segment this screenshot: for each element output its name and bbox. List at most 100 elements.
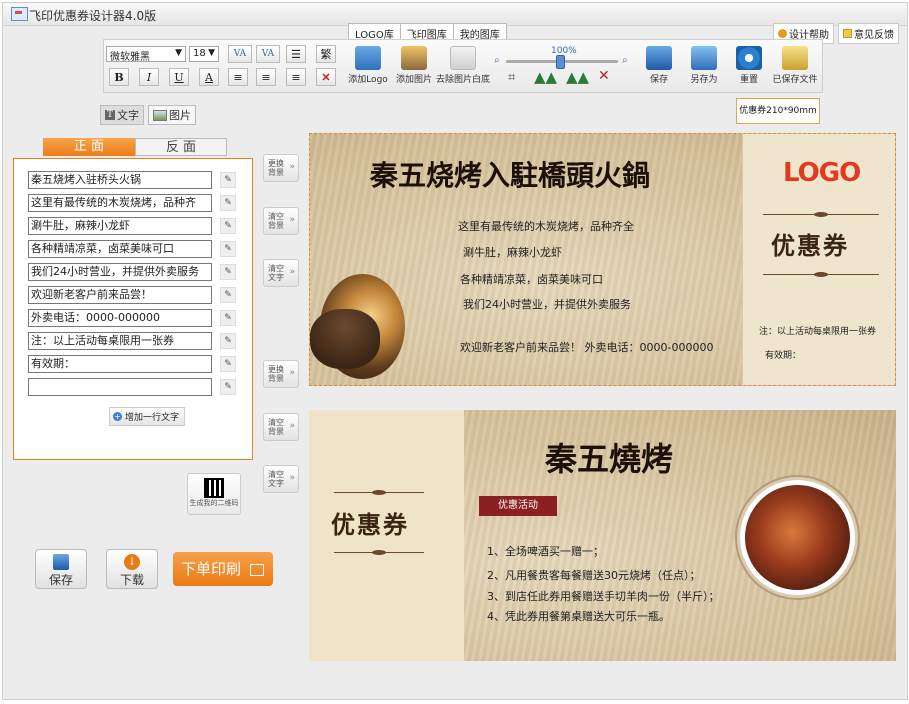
tab-front-side[interactable]: 正 面	[43, 138, 135, 156]
side-tabs: 正 面 反 面	[43, 138, 227, 156]
text-line-input[interactable]: 秦五烧烤入驻桥头火锅	[28, 171, 212, 189]
traditional-chinese-button[interactable]: 繁	[316, 45, 336, 63]
front-note[interactable]: 注：以上活动每桌限用一张券	[759, 324, 876, 337]
change-background-button-back[interactable]: 更换背景 »	[263, 360, 299, 388]
folder-icon	[782, 46, 808, 70]
text-line-input[interactable]: 涮牛肚，麻辣小龙虾	[28, 217, 212, 235]
letter-spacing-increase-button[interactable]: VA	[228, 45, 252, 63]
saved-files-button[interactable]: 已保存文件	[770, 46, 820, 85]
add-image-label: 添加图片	[395, 75, 432, 85]
text-mode-label: 文字	[117, 109, 140, 122]
zoom-in-icon[interactable]: ⌕	[622, 55, 628, 66]
download-icon: ↓	[124, 554, 140, 570]
text-line-input[interactable]: 注：以上活动每桌限用一张券	[28, 332, 212, 350]
text-line-input[interactable]	[28, 378, 212, 396]
front-line-4[interactable]: 我们24小时营业，并提供外卖服务	[463, 296, 631, 312]
feedback-link[interactable]: 意见反馈	[838, 23, 899, 44]
font-family-select[interactable]: 微软雅黑 ▼	[106, 46, 186, 63]
back-item-2[interactable]: 2、凡用餐贵客每餐赠送30元烧烤（任点）；	[487, 567, 701, 583]
back-item-1[interactable]: 1、全场啤酒买一赠一；	[487, 543, 604, 559]
align-right-icon[interactable]: ≡	[286, 68, 306, 86]
text-line-input[interactable]: 外卖电话：0000-000000	[28, 309, 212, 327]
help-icon	[778, 29, 787, 38]
text-line-input[interactable]: 我们24小时营业，并提供外卖服务	[28, 263, 212, 281]
front-validity[interactable]: 有效期：	[765, 348, 801, 361]
plus-icon: +	[113, 412, 122, 421]
delete-image-icon[interactable]: ✕	[598, 68, 610, 84]
remove-white-bg-button[interactable]: 去除图片白底	[435, 46, 491, 85]
back-headline[interactable]: 秦五燒烤	[545, 434, 673, 480]
add-text-line-button[interactable]: + 增加一行文字	[109, 407, 186, 426]
tab-text-mode[interactable]: T 文字	[100, 105, 145, 125]
download-button[interactable]: ↓ 下载	[106, 549, 158, 589]
order-print-button[interactable]: 下单印刷	[173, 552, 273, 586]
image-mode-label: 图片	[169, 109, 192, 122]
italic-button[interactable]: I	[139, 68, 159, 86]
front-coupon-canvas[interactable]: 秦五烧烤入駐橋頭火鍋 这里有最传统的木炭烧烤，品种齐全 涮牛肚，麻辣小龙虾 各种…	[309, 133, 896, 386]
add-image-button[interactable]: 添加图片	[394, 46, 434, 85]
front-line-1[interactable]: 这里有最传统的木炭烧烤，品种齐全	[458, 218, 634, 234]
bold-button[interactable]: B	[109, 68, 129, 86]
edit-line-icon[interactable]: ✎	[220, 218, 236, 234]
edit-line-icon[interactable]: ✎	[220, 310, 236, 326]
back-item-3[interactable]: 3、到店任此券用餐赠送手切羊肉一份（半斤）；	[487, 588, 720, 604]
front-line-3[interactable]: 各种精靖凉菜，卤菜美味可口	[460, 271, 603, 287]
tab-image-mode[interactable]: 图片	[148, 105, 197, 125]
edit-line-icon[interactable]: ✎	[220, 287, 236, 303]
edit-line-icon[interactable]: ✎	[220, 264, 236, 280]
zoom-slider-thumb[interactable]	[556, 55, 565, 69]
flip-vertical-icon[interactable]: ▲▲	[566, 68, 589, 86]
edit-line-icon[interactable]: ✎	[220, 333, 236, 349]
line-spacing-icon[interactable]: ☰	[286, 45, 306, 63]
clear-text-button-back[interactable]: 清空文字 »	[263, 465, 299, 493]
front-coupon-label[interactable]: 优惠券	[771, 226, 849, 261]
crop-icon[interactable]: ⌗	[508, 70, 515, 85]
underline-button[interactable]: U	[169, 68, 189, 86]
save-as-button[interactable]: 另存为	[684, 46, 724, 85]
delete-x-icon[interactable]: ✕	[316, 68, 336, 86]
bbq-skewers-image	[740, 480, 855, 595]
reset-button[interactable]: 重置	[732, 46, 766, 85]
change-background-button-front[interactable]: 更换背景 »	[263, 154, 299, 182]
clay-pot-image	[310, 309, 380, 369]
back-coupon-label[interactable]: 优惠券	[331, 505, 409, 540]
flip-horizontal-icon[interactable]: ▲▲	[534, 68, 557, 86]
text-line-input[interactable]: 这里有最传统的木炭烧烤，品种齐	[28, 194, 212, 212]
ornament-icon	[814, 272, 828, 277]
edit-line-icon[interactable]: ✎	[220, 241, 236, 257]
edit-line-icon[interactable]: ✎	[220, 356, 236, 372]
text-line-input[interactable]: 有效期：	[28, 355, 212, 373]
edit-line-icon[interactable]: ✎	[220, 172, 236, 188]
tab-back-side[interactable]: 反 面	[135, 138, 227, 156]
chevron-down-icon: ▼	[175, 48, 182, 58]
front-headline[interactable]: 秦五烧烤入駐橋頭火鍋	[370, 154, 650, 194]
promo-badge[interactable]: 优惠活动	[479, 496, 557, 516]
generate-qr-button[interactable]: 生成我的二维码	[187, 473, 241, 515]
text-line-input[interactable]: 各种精靖凉菜，卤菜美味可口	[28, 240, 212, 258]
font-size-value: 18	[193, 48, 206, 59]
feedback-icon	[843, 29, 852, 38]
coupon-size-badge[interactable]: 优惠券210*90mm	[736, 98, 820, 124]
zoom-out-icon[interactable]: ⌕	[494, 55, 500, 66]
align-left-icon[interactable]: ≡	[228, 68, 248, 86]
font-size-select[interactable]: 18 ▼	[189, 46, 219, 62]
clear-background-button-back[interactable]: 清空背景 »	[263, 413, 299, 441]
clear-background-button-front[interactable]: 清空背景 »	[263, 207, 299, 235]
save-button[interactable]: 保存	[35, 549, 87, 589]
letter-spacing-decrease-button[interactable]: VA	[256, 45, 280, 63]
add-logo-button[interactable]: 添加Logo	[347, 46, 389, 85]
back-coupon-canvas[interactable]: 优惠券 秦五燒烤 优惠活动 1、全场啤酒买一赠一； 2、凡用餐贵客每餐赠送30元…	[309, 410, 896, 661]
logo-placeholder[interactable]: LOGO	[783, 158, 861, 188]
edit-line-icon[interactable]: ✎	[220, 195, 236, 211]
align-center-icon[interactable]: ≡	[256, 68, 276, 86]
clear-text-button-front[interactable]: 清空文字 »	[263, 259, 299, 287]
chevron-right-icon: »	[289, 368, 295, 378]
text-color-button[interactable]: A	[199, 68, 219, 86]
back-item-4[interactable]: 4、凭此券用餐第桌赠送大可乐一瓶。	[487, 608, 670, 624]
change-bg-label: 更换背景	[268, 159, 284, 177]
front-line-2[interactable]: 涮牛肚，麻辣小龙虾	[463, 244, 562, 260]
text-line-input[interactable]: 欢迎新老客户前来品尝！	[28, 286, 212, 304]
front-line-5[interactable]: 欢迎新老客户前来品尝！ 外卖电话：0000-000000	[460, 339, 713, 355]
save-tool-button[interactable]: 保存	[642, 46, 676, 85]
edit-line-icon[interactable]: ✎	[220, 379, 236, 395]
